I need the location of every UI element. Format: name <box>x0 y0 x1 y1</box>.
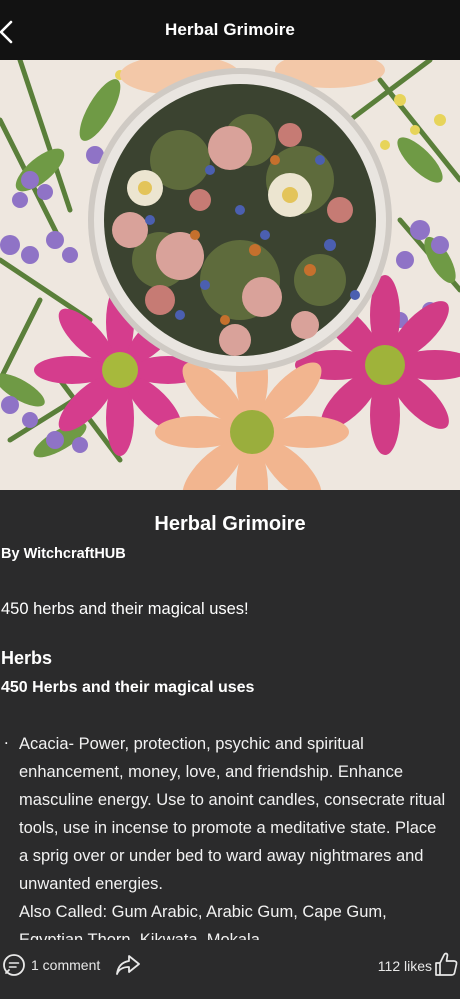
post-intro: 450 herbs and their magical uses! <box>1 600 249 618</box>
back-button[interactable] <box>0 18 16 46</box>
like-button[interactable] <box>434 951 458 982</box>
thumbs-up-icon <box>435 952 458 976</box>
share-arrow-icon <box>116 955 140 975</box>
share-button[interactable] <box>115 953 141 982</box>
list-bullet: . <box>4 730 9 748</box>
like-count: 112 likes <box>377 958 432 974</box>
action-bar: 1 comment 112 likes <box>0 941 460 999</box>
hero-image <box>0 60 460 490</box>
author-byline[interactable]: By WitchcraftHUB <box>1 546 126 562</box>
section-subheading: 450 Herbs and their magical uses <box>1 679 255 696</box>
app-header: Herbal Grimoire <box>0 0 460 60</box>
post-title: Herbal Grimoire <box>154 513 306 535</box>
chevron-left-icon <box>0 20 13 44</box>
list-item: . Acacia- Power, protection, psychic and… <box>0 730 460 940</box>
header-title: Herbal Grimoire <box>165 20 295 39</box>
comment-icon <box>3 954 25 976</box>
herb-list: . Acacia- Power, protection, psychic and… <box>0 730 460 940</box>
herb-entry-aliases: Also Called: Gum Arabic, Arabic Gum, Cap… <box>19 903 387 940</box>
herb-entry-text: Acacia- Power, protection, psychic and s… <box>19 735 446 893</box>
comment-count: 1 comment <box>31 957 101 973</box>
section-heading: Herbs <box>1 648 53 668</box>
comment-button[interactable]: 1 comment <box>2 953 100 977</box>
